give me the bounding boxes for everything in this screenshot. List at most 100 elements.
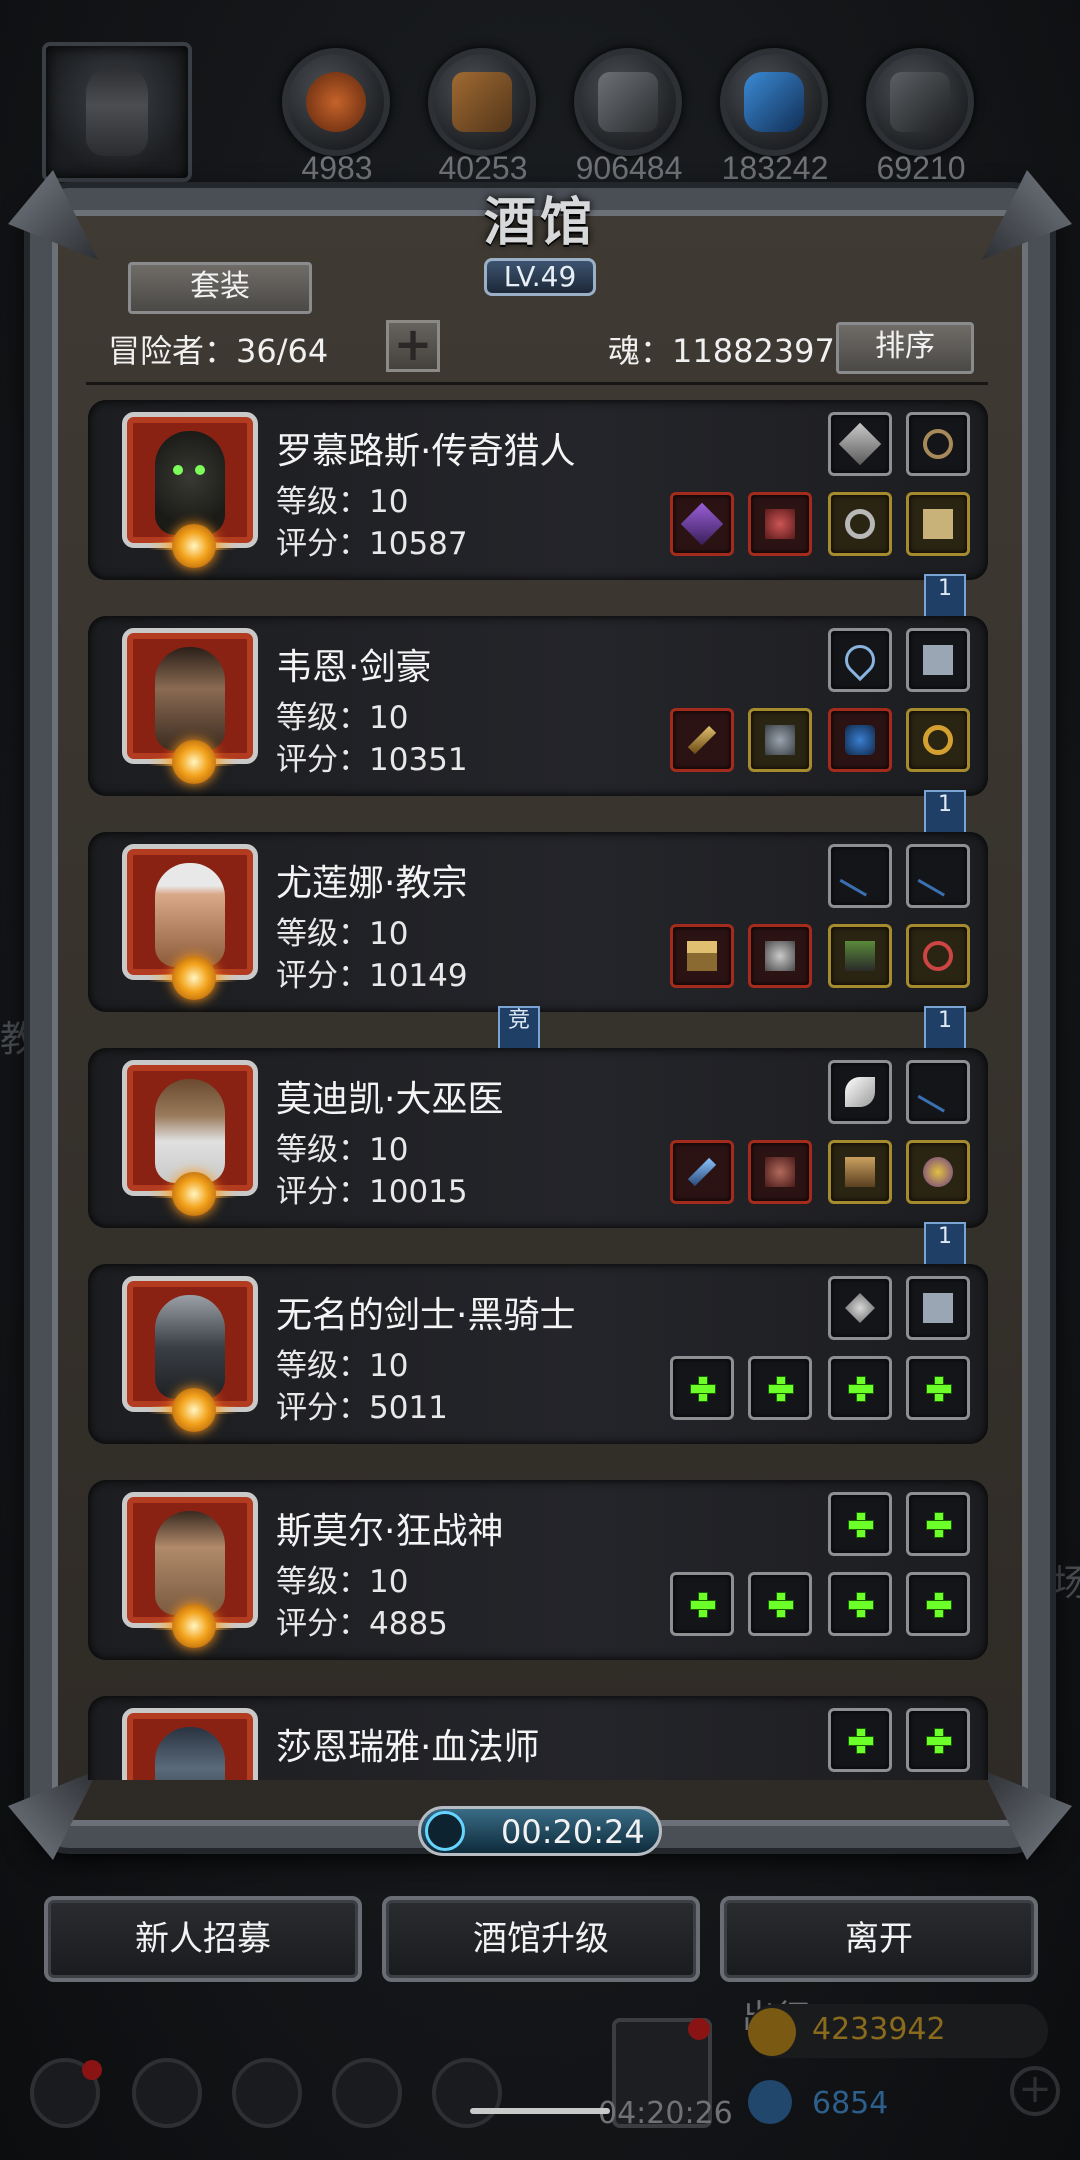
equip-slot-gauntlet-icon[interactable]	[828, 1140, 892, 1204]
equip-slot-necklace-icon[interactable]	[906, 924, 970, 988]
add-equipment-button[interactable]	[828, 1492, 892, 1556]
equip-slot-book-icon[interactable]	[906, 1276, 970, 1340]
equip-slot-weapon-icon[interactable]	[670, 492, 734, 556]
hero-card[interactable]: 尤莲娜·教宗 等级：10 评分：10149	[88, 832, 988, 1012]
add-plus-icon	[848, 1376, 874, 1402]
equip-slot-ring-icon[interactable]	[828, 492, 892, 556]
rank-badge-icon	[148, 1382, 238, 1438]
add-plus-icon	[848, 1512, 874, 1538]
equip-slot-emblem-icon[interactable]	[828, 1276, 892, 1340]
food-resource-icon	[282, 48, 390, 156]
hero-card[interactable]: 莫迪凯·大巫医 等级：10 评分：10015	[88, 1048, 988, 1228]
add-equipment-button[interactable]	[828, 1356, 892, 1420]
rank-badge-icon	[148, 734, 238, 790]
equip-slot-empty-icon[interactable]	[906, 1060, 970, 1124]
equip-slot-charm-icon[interactable]	[906, 1140, 970, 1204]
equip-slot-ring-icon[interactable]	[906, 708, 970, 772]
equip-slot-hammer-icon[interactable]	[670, 924, 734, 988]
gift-countdown: 04:20:26	[598, 2096, 733, 2131]
hero-card[interactable]: 莎恩瑞雅·血法师	[88, 1696, 988, 1780]
add-equipment-button[interactable]	[906, 1708, 970, 1772]
player-avatar[interactable]	[42, 42, 192, 182]
add-plus-icon	[768, 1376, 794, 1402]
hero-name: 斯莫尔·狂战神	[276, 1511, 504, 1552]
page-title: 酒馆	[483, 193, 596, 253]
hero-name: 罗慕路斯·传奇猎人	[276, 431, 576, 472]
hero-score: 评分：10149	[276, 958, 468, 994]
stone-resource-icon	[866, 48, 974, 156]
equip-slot-book-icon[interactable]	[906, 628, 970, 692]
add-equipment-button[interactable]	[828, 1572, 892, 1636]
equip-slot-empty-icon[interactable]	[828, 844, 892, 908]
add-plus-icon	[926, 1512, 952, 1538]
add-equipment-button[interactable]	[906, 1492, 970, 1556]
equip-slot-armor-icon[interactable]	[748, 492, 812, 556]
hero-score: 评分：5011	[276, 1390, 448, 1426]
soul-count: 魂：11882397	[608, 332, 835, 370]
hero-score: 评分：10587	[276, 526, 468, 562]
hero-score: 评分：10351	[276, 742, 468, 778]
equip-slot-feather-icon[interactable]	[828, 412, 892, 476]
hero-avatar	[122, 1708, 258, 1780]
gem-icon	[748, 2080, 792, 2124]
resource-crystal-value: 183242	[721, 150, 829, 186]
hero-name: 韦恩·剑豪	[276, 647, 432, 688]
tavern-level-badge: LV.49	[484, 258, 596, 296]
equipment-set-button[interactable]: 套装	[128, 262, 312, 314]
recruit-button[interactable]: 新人招募	[44, 1896, 362, 1982]
equip-slot-scroll-icon[interactable]	[906, 492, 970, 556]
add-plus-icon	[848, 1592, 874, 1618]
add-equipment-button[interactable]	[670, 1356, 734, 1420]
hero-card[interactable]: 无名的剑士·黑骑士 等级：10 评分：5011	[88, 1264, 988, 1444]
shield-icon[interactable]	[432, 2058, 502, 2128]
gift-notification-dot	[688, 2018, 710, 2040]
add-adventurer-slot-button[interactable]: +	[386, 320, 440, 372]
leave-button[interactable]: 离开	[720, 1896, 1038, 1982]
iron-resource-icon	[574, 48, 682, 156]
tavern-refresh-timer: 00:20:24	[418, 1806, 662, 1856]
equip-slot-cloak-icon[interactable]	[828, 924, 892, 988]
equip-slot-armor-icon[interactable]	[748, 924, 812, 988]
hero-card[interactable]: 斯莫尔·狂战神 等级：10 评分：4885	[88, 1480, 988, 1660]
equip-slot-bow-icon[interactable]	[906, 412, 970, 476]
equip-slot-sword-icon[interactable]	[670, 708, 734, 772]
home-indicator[interactable]	[470, 2108, 610, 2114]
add-equipment-button[interactable]	[670, 1572, 734, 1636]
rank-badge-icon	[148, 518, 238, 574]
equip-slot-staff-icon[interactable]	[670, 1140, 734, 1204]
rank-badge-icon	[148, 1166, 238, 1222]
sort-button[interactable]: 排序	[836, 322, 974, 374]
hero-card[interactable]: 罗慕路斯·传奇猎人 等级：10 评分：10587	[88, 400, 988, 580]
hero-name: 无名的剑士·黑骑士	[276, 1295, 576, 1336]
equip-slot-wing-icon[interactable]	[828, 1060, 892, 1124]
hero-list[interactable]: 罗慕路斯·传奇猎人 等级：10 评分：10587 1 韦恩·剑豪 等级：10 评…	[84, 396, 994, 1780]
equip-slot-amulet-icon[interactable]	[828, 628, 892, 692]
add-plus-icon	[926, 1728, 952, 1754]
rank-badge-icon	[148, 950, 238, 1006]
settings-notification-dot	[82, 2060, 102, 2080]
timer-text: 00:20:24	[501, 1813, 645, 1851]
resource-food-value: 4983	[301, 150, 373, 186]
hero-level: 等级：10	[276, 1132, 409, 1168]
hero-name: 莫迪凯·大巫医	[276, 1079, 504, 1120]
clock-icon	[425, 1811, 465, 1851]
tavern-upgrade-button[interactable]: 酒馆升级	[382, 1896, 700, 1982]
crystal-resource-icon	[720, 48, 828, 156]
expand-plus-icon[interactable]: +	[1010, 2066, 1060, 2116]
achievement-icon[interactable]	[132, 2058, 202, 2128]
mail-icon[interactable]	[332, 2058, 402, 2128]
add-equipment-button[interactable]	[748, 1572, 812, 1636]
gem-value: 6854	[812, 2086, 889, 2121]
equip-slot-shield-icon[interactable]	[828, 708, 892, 772]
equip-slot-boots-icon[interactable]	[748, 1140, 812, 1204]
hero-level: 等级：10	[276, 700, 409, 736]
add-plus-icon	[926, 1376, 952, 1402]
equip-slot-armor-icon[interactable]	[748, 708, 812, 772]
add-equipment-button[interactable]	[906, 1572, 970, 1636]
temple-icon[interactable]	[232, 2058, 302, 2128]
add-equipment-button[interactable]	[828, 1708, 892, 1772]
add-equipment-button[interactable]	[748, 1356, 812, 1420]
hero-card[interactable]: 韦恩·剑豪 等级：10 评分：10351	[88, 616, 988, 796]
equip-slot-empty-icon[interactable]	[906, 844, 970, 908]
add-equipment-button[interactable]	[906, 1356, 970, 1420]
